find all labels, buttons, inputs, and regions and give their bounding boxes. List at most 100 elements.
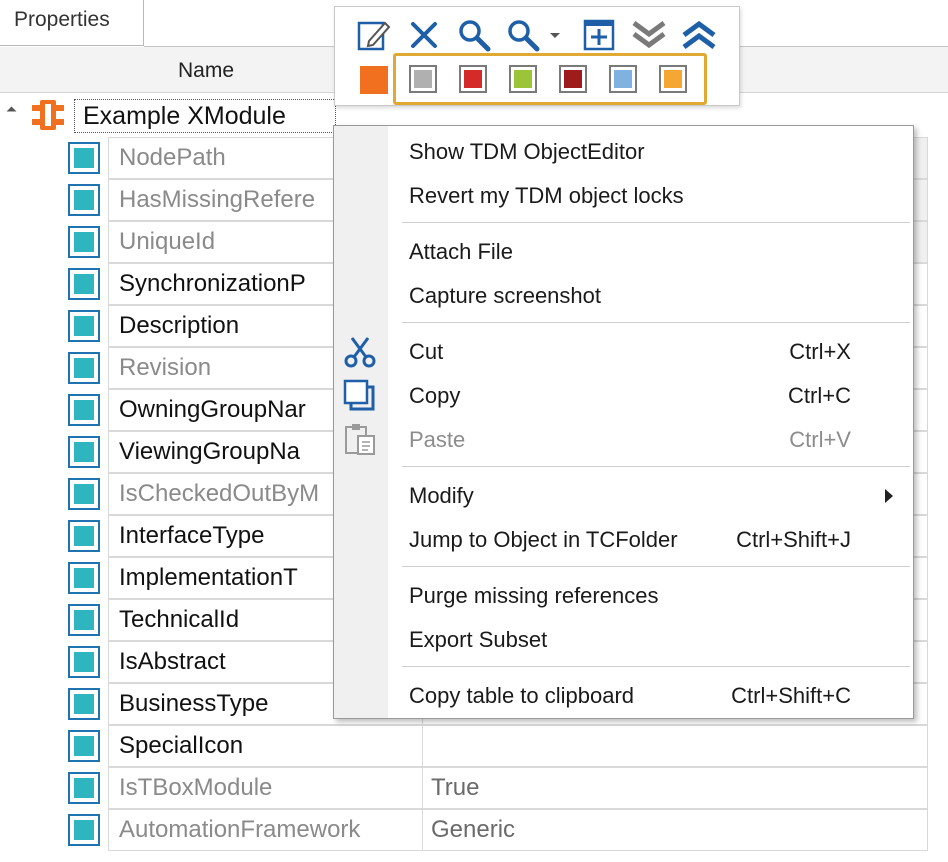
tab-properties[interactable]: Properties: [0, 0, 144, 46]
menu-item-label: Modify: [409, 483, 474, 508]
property-icon: [68, 814, 100, 846]
menu-item-shortcut: Ctrl+C: [788, 383, 851, 408]
color-swatch-group: [393, 53, 707, 105]
color-swatch[interactable]: [409, 65, 437, 93]
chevron-down-icon[interactable]: [549, 31, 561, 39]
property-value: Generic: [431, 816, 516, 843]
property-icon: [68, 436, 100, 468]
color-swatch[interactable]: [459, 65, 487, 93]
menu-item-label: Show TDM ObjectEditor: [409, 139, 645, 164]
property-name: ImplementationT: [119, 564, 298, 591]
color-swatch[interactable]: [659, 65, 687, 93]
menu-item-export-subset[interactable]: Export Subset: [334, 618, 915, 662]
property-name: HasMissingRefere: [119, 186, 316, 213]
property-name-cell[interactable]: SpecialIcon: [108, 725, 422, 767]
swatch-fill: [664, 70, 682, 88]
color-swatch[interactable]: [509, 65, 537, 93]
search-dropdown-icon[interactable]: [505, 17, 541, 53]
property-icon: [68, 184, 100, 216]
property-value-cell[interactable]: [422, 725, 928, 767]
swatch-fill: [614, 70, 632, 88]
menu-item-copy[interactable]: Copy Ctrl+C: [334, 374, 915, 418]
paste-icon: [342, 423, 378, 457]
table-row[interactable]: AutomationFramework Generic: [0, 809, 948, 851]
menu-item-label: Purge missing references: [409, 583, 659, 608]
property-name: SpecialIcon: [119, 732, 244, 759]
menu-item-jump-to-object-in-tcfolder[interactable]: Jump to Object in TCFolder Ctrl+Shift+J: [334, 518, 915, 562]
table-row[interactable]: IsTBoxModule True: [0, 767, 948, 809]
menu-item-purge-missing-references[interactable]: Purge missing references: [334, 574, 915, 618]
menu-item-revert-my-tdm-object-locks[interactable]: Revert my TDM object locks: [334, 174, 915, 218]
property-icon: [68, 478, 100, 510]
submenu-arrow-icon: [885, 489, 893, 503]
menu-item-label: Paste: [409, 427, 466, 452]
property-name: InterfaceType: [119, 522, 265, 549]
property-name: ViewingGroupNa: [119, 438, 300, 465]
tree-root-node[interactable]: Example XModule: [74, 99, 336, 133]
menu-separator: [402, 222, 910, 223]
property-value-cell[interactable]: True: [422, 767, 928, 809]
table-row[interactable]: SpecialIcon: [0, 725, 948, 767]
expand-up-icon[interactable]: [681, 17, 717, 53]
menu-item-shortcut: Ctrl+X: [789, 339, 851, 364]
orange-color-button[interactable]: [360, 66, 388, 94]
swatch-fill: [464, 70, 482, 88]
menu-item-attach-file[interactable]: Attach File: [334, 230, 915, 274]
property-name: UniqueId: [119, 228, 216, 255]
property-value-cell[interactable]: Generic: [422, 809, 928, 851]
swatch-fill: [514, 70, 532, 88]
color-swatch[interactable]: [559, 65, 587, 93]
property-icon: [68, 142, 100, 174]
menu-item-copy-table-to-clipboard[interactable]: Copy table to clipboard Ctrl+Shift+C: [334, 674, 915, 718]
menu-item-label: Jump to Object in TCFolder: [409, 527, 678, 552]
menu-item-label: Revert my TDM object locks: [409, 183, 684, 208]
menu-item-label: Export Subset: [409, 627, 548, 652]
property-name: NodePath: [119, 144, 226, 171]
context-menu: Show TDM ObjectEditor Revert my TDM objec…: [333, 125, 914, 719]
property-name: IsTBoxModule: [119, 774, 273, 801]
delete-icon[interactable]: [406, 17, 442, 53]
property-name: SynchronizationP: [119, 270, 306, 297]
menu-item-show-tdm-objecteditor[interactable]: Show TDM ObjectEditor: [334, 130, 915, 174]
property-name: Revision: [119, 354, 212, 381]
property-name: IsCheckedOutByM: [119, 480, 320, 507]
property-icon: [68, 604, 100, 636]
property-name: TechnicalId: [119, 606, 240, 633]
menu-item-modify[interactable]: Modify: [334, 474, 915, 518]
property-value: True: [431, 774, 480, 801]
swatch-fill: [414, 70, 432, 88]
property-name: BusinessType: [119, 690, 269, 717]
menu-separator: [402, 322, 910, 323]
menu-item-shortcut: Ctrl+Shift+C: [731, 683, 851, 708]
menu-item-shortcut: Ctrl+V: [789, 427, 851, 452]
menu-item-paste: Paste Ctrl+V: [334, 418, 915, 462]
expander-icon[interactable]: [6, 106, 17, 117]
property-icon: [68, 310, 100, 342]
property-name: OwningGroupNar: [119, 396, 306, 423]
menu-item-label: Copy: [409, 383, 461, 408]
tree-root-label: Example XModule: [83, 102, 286, 130]
menu-item-cut[interactable]: Cut Ctrl+X: [334, 330, 915, 374]
property-name: Description: [119, 312, 240, 339]
property-name-cell[interactable]: AutomationFramework: [108, 809, 422, 851]
color-swatch[interactable]: [609, 65, 637, 93]
menu-item-label: Copy table to clipboard: [409, 683, 635, 708]
menu-item-label: Cut: [409, 339, 444, 364]
menu-item-shortcut: Ctrl+Shift+J: [736, 527, 851, 552]
add-window-icon[interactable]: [581, 17, 617, 53]
menu-separator: [402, 566, 910, 567]
collapse-down-icon[interactable]: [631, 17, 667, 53]
property-icon: [68, 730, 100, 762]
property-name-cell[interactable]: IsTBoxModule: [108, 767, 422, 809]
property-icon: [68, 562, 100, 594]
xmodule-icon: [32, 100, 64, 130]
swatch-fill: [564, 70, 582, 88]
property-icon: [68, 520, 100, 552]
search-icon[interactable]: [456, 17, 492, 53]
menu-item-capture-screenshot[interactable]: Capture screenshot: [334, 274, 915, 318]
column-header-name[interactable]: Name: [178, 59, 234, 83]
tab-label: Properties: [14, 8, 110, 31]
edit-icon[interactable]: [355, 17, 391, 53]
property-icon: [68, 646, 100, 678]
scissors-icon: [342, 335, 378, 369]
